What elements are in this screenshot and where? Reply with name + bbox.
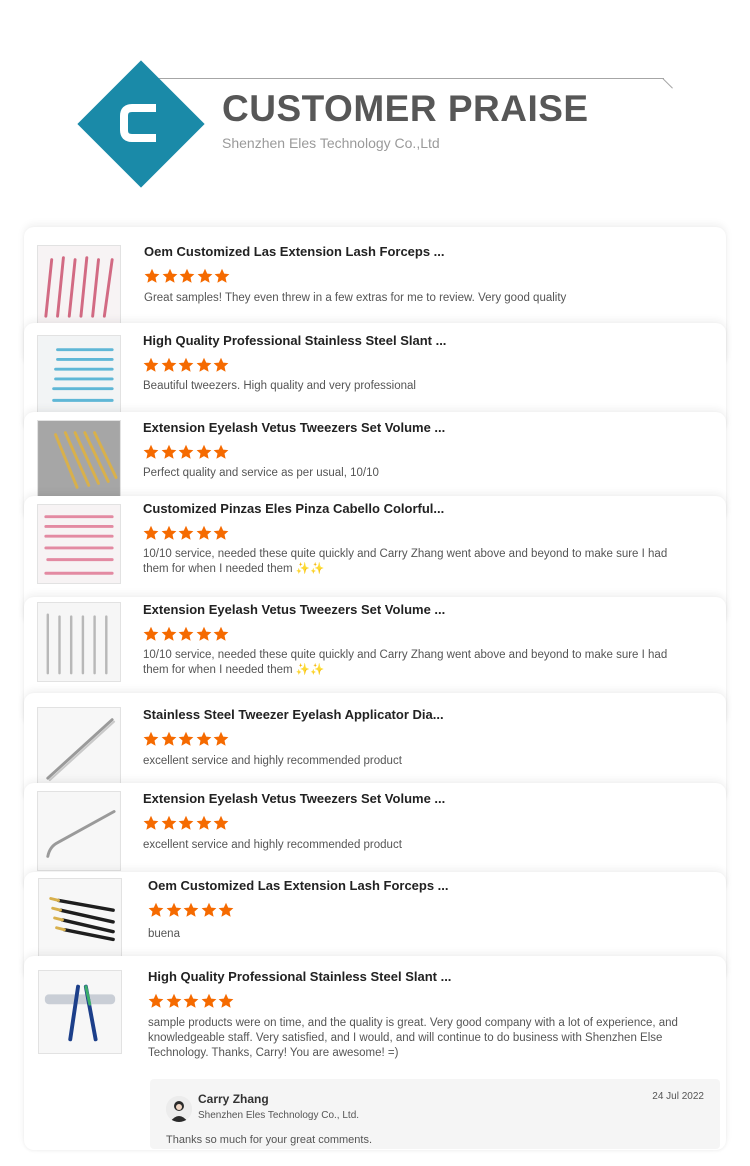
silver-tweezer-image — [37, 707, 121, 787]
star-icon — [161, 444, 176, 459]
star-icon — [178, 525, 194, 540]
product-name[interactable]: Extension Eyelash Vetus Tweezers Set Vol… — [143, 791, 445, 806]
company-subtitle: Shenzhen Eles Technology Co.,Ltd — [222, 135, 440, 151]
black-gold-tweezers-image — [38, 878, 122, 958]
review-comment: excellent service and highly recommended… — [143, 755, 402, 767]
star-icon — [148, 993, 164, 1008]
star-icon — [166, 902, 181, 917]
star-icon — [183, 993, 199, 1008]
review-comment: Perfect quality and service as per usual… — [143, 467, 379, 479]
star-icon — [143, 815, 159, 830]
star-icon — [143, 731, 159, 746]
reply-text: Thanks so much for your great comments. — [166, 1134, 373, 1146]
star-rating — [143, 525, 231, 541]
curved-tweezer-image — [37, 791, 121, 871]
star-icon — [178, 626, 194, 641]
star-rating — [143, 444, 231, 460]
star-rating — [143, 815, 231, 831]
star-icon — [148, 902, 164, 917]
star-icon — [196, 444, 211, 459]
star-icon — [161, 626, 176, 641]
star-icon — [196, 815, 211, 830]
reply-author-name: Carry Zhang — [198, 1092, 269, 1106]
review-comment: 10/10 service, needed these quite quickl… — [143, 649, 668, 676]
star-icon — [183, 902, 199, 917]
star-icon — [178, 815, 194, 830]
pink-tweezers-image — [37, 245, 121, 325]
star-icon — [162, 268, 177, 283]
star-icon — [144, 268, 160, 283]
star-icon — [161, 731, 176, 746]
review-comment: Great samples! They even threw in a few … — [144, 292, 567, 304]
star-icon — [214, 268, 230, 283]
star-icon — [201, 993, 216, 1008]
star-icon — [178, 444, 194, 459]
review-comment: buena — [148, 928, 180, 940]
silver-tweezers-set-image — [37, 602, 121, 682]
review-comment: sample products were on time, and the qu… — [148, 1017, 678, 1059]
product-name[interactable]: Extension Eyelash Vetus Tweezers Set Vol… — [143, 420, 445, 435]
star-icon — [213, 444, 229, 459]
reply-author-company: Shenzhen Eles Technology Co., Ltd. — [198, 1110, 360, 1121]
logo-c-icon — [120, 104, 156, 142]
star-icon — [218, 902, 234, 917]
star-icon — [213, 525, 229, 540]
star-icon — [161, 525, 176, 540]
star-icon — [166, 993, 181, 1008]
star-icon — [196, 525, 211, 540]
star-icon — [218, 993, 234, 1008]
star-icon — [213, 815, 229, 830]
seller-reply: Carry Zhang Shenzhen Eles Technology Co.… — [150, 1079, 720, 1149]
star-rating — [148, 902, 236, 918]
star-icon — [197, 268, 212, 283]
avatar — [166, 1096, 192, 1122]
star-rating — [143, 731, 231, 747]
star-icon — [196, 626, 211, 641]
reply-date: 24 Jul 2022 — [652, 1091, 704, 1102]
product-name[interactable]: Oem Customized Las Extension Lash Forcep… — [144, 244, 445, 259]
star-icon — [178, 731, 194, 746]
blue-tweezers-case-image — [38, 970, 122, 1054]
product-name[interactable]: Extension Eyelash Vetus Tweezers Set Vol… — [143, 602, 445, 617]
page-title: CUSTOMER PRAISE — [222, 88, 589, 129]
star-icon — [196, 731, 211, 746]
star-icon — [161, 357, 176, 372]
product-name[interactable]: High Quality Professional Stainless Stee… — [143, 333, 446, 348]
review-comment: Beautiful tweezers. High quality and ver… — [143, 380, 416, 392]
star-icon — [143, 626, 159, 641]
header-divider-tail — [662, 78, 673, 89]
review-comment: 10/10 service, needed these quite quickl… — [143, 548, 668, 575]
product-name[interactable]: Customized Pinzas Eles Pinza Cabello Col… — [143, 501, 444, 516]
star-rating — [148, 993, 236, 1009]
header-divider-line — [142, 78, 664, 79]
page-header: CUSTOMER PRAISE Shenzhen Eles Technology… — [0, 0, 750, 215]
star-icon — [143, 525, 159, 540]
star-icon — [213, 357, 229, 372]
star-icon — [201, 902, 216, 917]
star-rating — [143, 357, 231, 373]
star-icon — [179, 268, 195, 283]
star-rating — [144, 268, 232, 284]
star-icon — [178, 357, 194, 372]
gold-tweezers-image — [37, 420, 121, 500]
star-icon — [213, 626, 229, 641]
star-icon — [161, 815, 176, 830]
pink-tweezers-set-image — [37, 504, 121, 584]
blue-tweezers-image — [37, 335, 121, 415]
product-name[interactable]: High Quality Professional Stainless Stee… — [148, 969, 451, 984]
product-name[interactable]: Oem Customized Las Extension Lash Forcep… — [148, 878, 449, 893]
star-icon — [196, 357, 211, 372]
star-icon — [143, 357, 159, 372]
product-name[interactable]: Stainless Steel Tweezer Eyelash Applicat… — [143, 707, 444, 722]
star-icon — [213, 731, 229, 746]
star-icon — [143, 444, 159, 459]
review-comment: excellent service and highly recommended… — [143, 839, 402, 851]
star-rating — [143, 626, 231, 642]
